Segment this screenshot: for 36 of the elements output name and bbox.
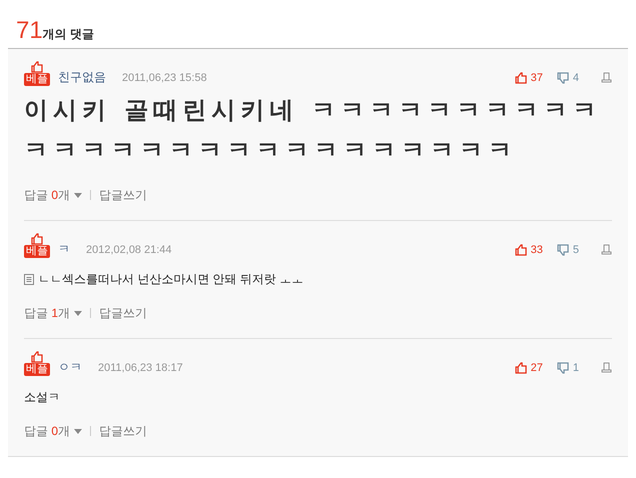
reply-count-button[interactable]: 답글 0개: [24, 422, 82, 440]
thumb-up-icon: [514, 362, 527, 374]
like-button[interactable]: 37: [514, 70, 543, 86]
thumb-up-icon: [31, 61, 43, 73]
author-link[interactable]: ㅋ: [58, 240, 70, 258]
comment-heading: 개의 댓글: [42, 26, 94, 43]
comment-date: 2011,06,23 15:58: [122, 70, 207, 86]
thumb-up-icon: [514, 244, 527, 256]
comment-text: 이시키 골때린시키네 ㅋㅋㅋㅋㅋㅋㅋㅋㅋㅋㅋㅋㅋㅋㅋㅋㅋㅋㅋㅋㅋㅋㅋㅋㅋㅋㅋ: [24, 95, 603, 166]
write-reply-link[interactable]: 답글쓰기: [99, 304, 148, 322]
caret-icon: [74, 428, 82, 434]
comment-text: 소설ㅋ: [24, 389, 61, 406]
caret-icon: [74, 310, 82, 316]
reply-count-button[interactable]: 답글 1개: [24, 304, 82, 322]
memo-icon: [24, 274, 34, 284]
comment-count: 71: [16, 18, 43, 44]
thumb-up-icon: [31, 351, 43, 363]
dislike-button[interactable]: 1: [556, 360, 579, 376]
comment-date: 2011,06,23 18:17: [98, 360, 183, 376]
dislike-button[interactable]: 4: [556, 70, 579, 86]
thumb-down-icon: [556, 244, 569, 256]
thumb-down-icon: [556, 72, 569, 84]
comment-date: 2012,02,08 21:44: [86, 242, 172, 258]
author-link[interactable]: 친구없음: [58, 68, 106, 86]
write-reply-link[interactable]: 답글쓰기: [99, 422, 148, 440]
write-reply-link[interactable]: 답글쓰기: [99, 186, 148, 204]
dislike-button[interactable]: 5: [556, 242, 579, 258]
thumb-up-icon: [514, 72, 527, 84]
thumb-up-icon: [31, 233, 43, 245]
comment-text: ㄴㄴ섹스를떠나서 넌산소마시면 안돼 뒤저랏 ㅗㅗ: [38, 271, 304, 288]
author-link[interactable]: ㅇㅋ: [58, 358, 82, 376]
thumb-down-icon: [556, 362, 569, 374]
like-button[interactable]: 33: [514, 242, 543, 258]
like-button[interactable]: 27: [514, 360, 543, 376]
reply-count-button[interactable]: 답글 0개: [24, 186, 82, 204]
caret-icon: [74, 192, 82, 198]
